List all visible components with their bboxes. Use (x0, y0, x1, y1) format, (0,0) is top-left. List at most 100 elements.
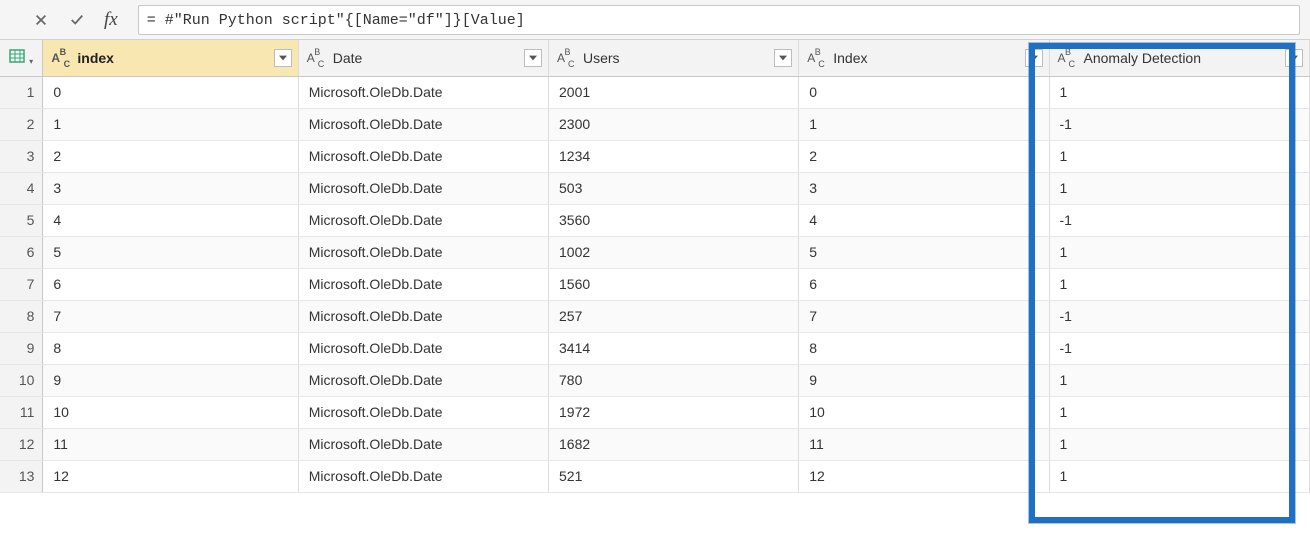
filter-button[interactable] (524, 49, 542, 67)
table-row[interactable]: 1312Microsoft.OleDb.Date521121 (0, 460, 1310, 492)
cell-users[interactable]: 2001 (549, 76, 799, 108)
table-row[interactable]: 87Microsoft.OleDb.Date2577-1 (0, 300, 1310, 332)
column-header-users[interactable]: ABC Users (549, 40, 799, 76)
column-header-index[interactable]: ABC index (43, 40, 298, 76)
cell-anomaly[interactable]: -1 (1049, 204, 1310, 236)
row-number[interactable]: 11 (0, 396, 43, 428)
cell-anomaly[interactable]: -1 (1049, 300, 1310, 332)
cell-date[interactable]: Microsoft.OleDb.Date (298, 172, 548, 204)
row-number[interactable]: 3 (0, 140, 43, 172)
cell-index2[interactable]: 6 (799, 268, 1049, 300)
row-number[interactable]: 13 (0, 460, 43, 492)
cell-users[interactable]: 1682 (549, 428, 799, 460)
cell-date[interactable]: Microsoft.OleDb.Date (298, 364, 548, 396)
column-header-date[interactable]: ABC Date (298, 40, 548, 76)
row-number[interactable]: 8 (0, 300, 43, 332)
cell-date[interactable]: Microsoft.OleDb.Date (298, 236, 548, 268)
table-row[interactable]: 32Microsoft.OleDb.Date123421 (0, 140, 1310, 172)
filter-button[interactable] (774, 49, 792, 67)
formula-input[interactable]: = #"Run Python script"{[Name="df"]}[Valu… (138, 5, 1300, 35)
cell-index2[interactable]: 3 (799, 172, 1049, 204)
table-row[interactable]: 1211Microsoft.OleDb.Date1682111 (0, 428, 1310, 460)
table-row[interactable]: 65Microsoft.OleDb.Date100251 (0, 236, 1310, 268)
row-number[interactable]: 1 (0, 76, 43, 108)
cell-index[interactable]: 3 (43, 172, 298, 204)
cell-users[interactable]: 1560 (549, 268, 799, 300)
cell-date[interactable]: Microsoft.OleDb.Date (298, 76, 548, 108)
table-row[interactable]: 10Microsoft.OleDb.Date200101 (0, 76, 1310, 108)
row-number[interactable]: 6 (0, 236, 43, 268)
row-number[interactable]: 9 (0, 332, 43, 364)
cancel-formula-icon[interactable] (30, 9, 52, 31)
row-number[interactable]: 7 (0, 268, 43, 300)
filter-button[interactable] (1025, 49, 1043, 67)
cell-users[interactable]: 780 (549, 364, 799, 396)
cell-date[interactable]: Microsoft.OleDb.Date (298, 140, 548, 172)
cell-index2[interactable]: 2 (799, 140, 1049, 172)
cell-index2[interactable]: 12 (799, 460, 1049, 492)
cell-index2[interactable]: 8 (799, 332, 1049, 364)
cell-index[interactable]: 10 (43, 396, 298, 428)
cell-index2[interactable]: 5 (799, 236, 1049, 268)
filter-button[interactable] (274, 49, 292, 67)
cell-users[interactable]: 257 (549, 300, 799, 332)
cell-anomaly[interactable]: 1 (1049, 76, 1310, 108)
cell-date[interactable]: Microsoft.OleDb.Date (298, 460, 548, 492)
cell-index2[interactable]: 9 (799, 364, 1049, 396)
cell-anomaly[interactable]: 1 (1049, 140, 1310, 172)
cell-users[interactable]: 503 (549, 172, 799, 204)
cell-index[interactable]: 5 (43, 236, 298, 268)
table-row[interactable]: 98Microsoft.OleDb.Date34148-1 (0, 332, 1310, 364)
cell-anomaly[interactable]: 1 (1049, 364, 1310, 396)
cell-index[interactable]: 9 (43, 364, 298, 396)
confirm-formula-icon[interactable] (66, 9, 88, 31)
table-row[interactable]: 109Microsoft.OleDb.Date78091 (0, 364, 1310, 396)
cell-index[interactable]: 11 (43, 428, 298, 460)
cell-anomaly[interactable]: 1 (1049, 172, 1310, 204)
cell-anomaly[interactable]: -1 (1049, 332, 1310, 364)
cell-index2[interactable]: 0 (799, 76, 1049, 108)
column-header-anomaly-detection[interactable]: ABC Anomaly Detection (1049, 40, 1310, 76)
cell-date[interactable]: Microsoft.OleDb.Date (298, 428, 548, 460)
table-row[interactable]: 76Microsoft.OleDb.Date156061 (0, 268, 1310, 300)
cell-index[interactable]: 1 (43, 108, 298, 140)
cell-index[interactable]: 0 (43, 76, 298, 108)
cell-anomaly[interactable]: -1 (1049, 108, 1310, 140)
cell-users[interactable]: 521 (549, 460, 799, 492)
cell-users[interactable]: 1972 (549, 396, 799, 428)
cell-index[interactable]: 2 (43, 140, 298, 172)
cell-index2[interactable]: 7 (799, 300, 1049, 332)
cell-index[interactable]: 4 (43, 204, 298, 236)
table-options-button[interactable]: ▾ (0, 40, 43, 76)
row-number[interactable]: 2 (0, 108, 43, 140)
table-row[interactable]: 43Microsoft.OleDb.Date50331 (0, 172, 1310, 204)
cell-anomaly[interactable]: 1 (1049, 460, 1310, 492)
row-number[interactable]: 12 (0, 428, 43, 460)
cell-index[interactable]: 7 (43, 300, 298, 332)
cell-date[interactable]: Microsoft.OleDb.Date (298, 204, 548, 236)
cell-date[interactable]: Microsoft.OleDb.Date (298, 332, 548, 364)
cell-users[interactable]: 1234 (549, 140, 799, 172)
cell-index2[interactable]: 10 (799, 396, 1049, 428)
cell-users[interactable]: 3414 (549, 332, 799, 364)
cell-anomaly[interactable]: 1 (1049, 428, 1310, 460)
cell-date[interactable]: Microsoft.OleDb.Date (298, 300, 548, 332)
row-number[interactable]: 4 (0, 172, 43, 204)
cell-index[interactable]: 12 (43, 460, 298, 492)
cell-date[interactable]: Microsoft.OleDb.Date (298, 108, 548, 140)
cell-anomaly[interactable]: 1 (1049, 236, 1310, 268)
cell-index2[interactable]: 11 (799, 428, 1049, 460)
cell-index2[interactable]: 1 (799, 108, 1049, 140)
row-number[interactable]: 10 (0, 364, 43, 396)
cell-index[interactable]: 8 (43, 332, 298, 364)
cell-users[interactable]: 2300 (549, 108, 799, 140)
cell-date[interactable]: Microsoft.OleDb.Date (298, 268, 548, 300)
row-number[interactable]: 5 (0, 204, 43, 236)
table-row[interactable]: 1110Microsoft.OleDb.Date1972101 (0, 396, 1310, 428)
cell-date[interactable]: Microsoft.OleDb.Date (298, 396, 548, 428)
cell-users[interactable]: 1002 (549, 236, 799, 268)
filter-button[interactable] (1285, 49, 1303, 67)
cell-anomaly[interactable]: 1 (1049, 396, 1310, 428)
table-row[interactable]: 54Microsoft.OleDb.Date35604-1 (0, 204, 1310, 236)
cell-index[interactable]: 6 (43, 268, 298, 300)
